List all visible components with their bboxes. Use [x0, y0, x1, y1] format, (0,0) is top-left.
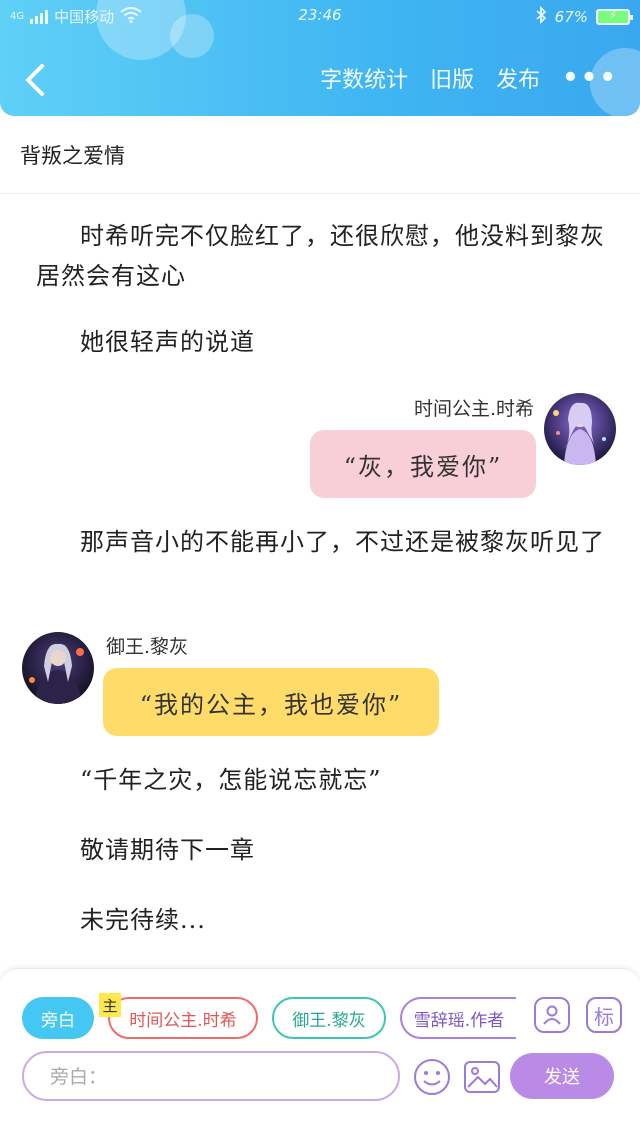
paragraph: 那声音小的不能再小了，不过还是被黎灰听见了: [36, 522, 606, 562]
old-version-button[interactable]: 旧版: [430, 62, 474, 94]
paragraph-text: 时希听完不仅脸红了，还很欣慰，他没料到黎灰居然会有这心: [36, 222, 605, 290]
avatar[interactable]: [22, 632, 94, 704]
speaker-name: 御王.黎灰: [106, 636, 189, 658]
nav-actions: 字数统计 旧版 发布 •••: [320, 62, 618, 94]
chat-text: “我的公主，我也爱你”: [139, 690, 403, 719]
speaker-name: 时间公主.时希: [413, 398, 534, 420]
paragraph-text: 她很轻声的说道: [80, 328, 255, 356]
paragraph: 时希听完不仅脸红了，还很欣慰，他没料到黎灰居然会有这心: [36, 216, 606, 296]
message-input-box[interactable]: [22, 1051, 400, 1101]
smiley-icon: [414, 1059, 450, 1095]
paragraph: “千年之灾，怎能说忘就忘”: [36, 760, 606, 800]
paragraph: 未完待续...: [36, 900, 606, 940]
role-chip-lihui[interactable]: 御王.黎灰: [272, 997, 386, 1039]
publish-button[interactable]: 发布: [496, 62, 540, 94]
status-bar: 4G 中国移动 23:46 67% ⚡: [0, 0, 640, 32]
image-icon: [464, 1061, 500, 1093]
composer-panel: 旁白 时间公主.时希 主 御王.黎灰 雪辞瑶.作者 标 发送: [0, 968, 640, 1138]
send-button[interactable]: 发送: [510, 1053, 614, 1099]
paragraph-text: 未完待续...: [80, 906, 206, 934]
battery-percent: 67%: [554, 8, 588, 26]
title-bar: 背叛之爱情: [0, 116, 640, 194]
avatar-king-icon: [22, 632, 94, 704]
message-input[interactable]: [50, 1063, 370, 1091]
person-card-icon: [543, 1005, 561, 1025]
bluetooth-icon: [535, 5, 547, 28]
story-title[interactable]: 背叛之爱情: [20, 140, 125, 170]
chat-bubble[interactable]: “灰，我爱你”: [310, 430, 536, 498]
top-header: 4G 中国移动 23:46 67% ⚡ 字数统计 旧版 发布 •••: [0, 0, 640, 116]
battery-icon: ⚡: [596, 8, 633, 25]
role-chip-shixi[interactable]: 时间公主.时希: [108, 997, 258, 1039]
paragraph: 她很轻声的说道: [36, 322, 606, 362]
more-icon[interactable]: •••: [562, 63, 618, 93]
chevron-left-icon: [26, 64, 44, 96]
paragraph: 敬请期待下一章: [36, 830, 606, 870]
emoji-button[interactable]: [412, 1057, 452, 1097]
paragraph-text: 那声音小的不能再小了，不过还是被黎灰听见了: [80, 528, 605, 556]
role-chip-author[interactable]: 雪辞瑶.作者: [400, 997, 516, 1039]
tag-button[interactable]: 标: [586, 997, 622, 1033]
paragraph-text: 敬请期待下一章: [80, 836, 255, 864]
word-count-button[interactable]: 字数统计: [320, 62, 408, 94]
avatar[interactable]: [544, 393, 616, 465]
chat-text: “灰，我爱你”: [343, 452, 503, 481]
status-right: 67% ⚡: [535, 5, 633, 28]
role-manage-button[interactable]: [534, 997, 570, 1033]
image-button[interactable]: [462, 1057, 502, 1097]
paragraph-text: “千年之灾，怎能说忘就忘”: [80, 766, 382, 794]
avatar-princess-icon: [544, 393, 616, 465]
role-chip-narrator[interactable]: 旁白: [22, 997, 94, 1039]
chat-bubble[interactable]: “我的公主，我也爱你”: [103, 668, 439, 736]
main-role-badge: 主: [99, 993, 121, 1017]
back-button[interactable]: [18, 60, 52, 100]
